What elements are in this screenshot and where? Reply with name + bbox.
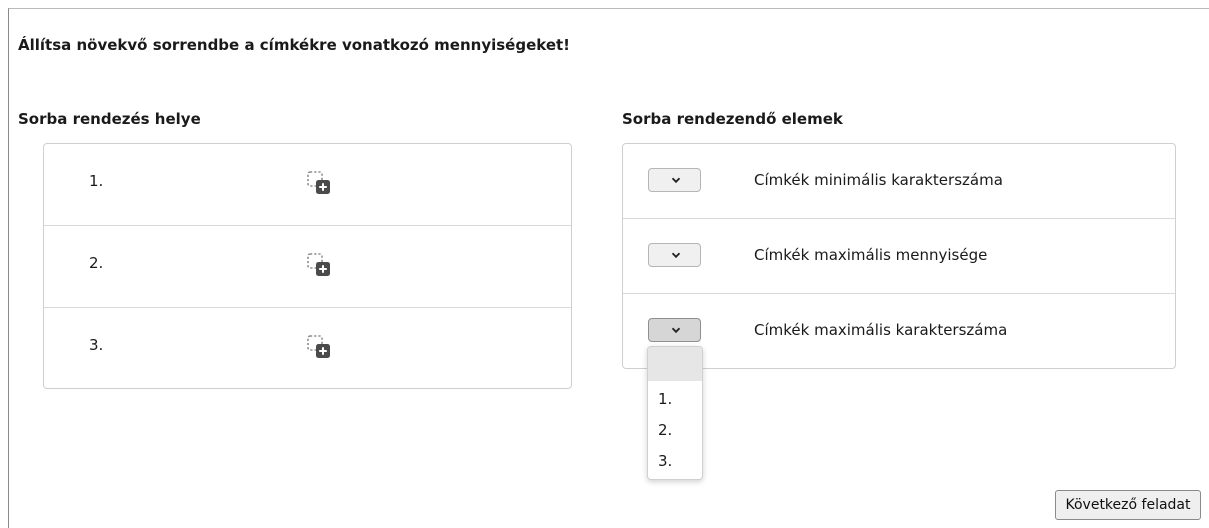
sortable-item: Címkék minimális karakterszáma xyxy=(623,144,1175,219)
items-to-sort-title: Sorba rendezendő elemek xyxy=(622,110,843,128)
chevron-down-icon xyxy=(671,177,681,184)
dropdown-option-empty[interactable] xyxy=(648,347,702,381)
sortable-item: Címkék maximális mennyisége xyxy=(623,219,1175,294)
drop-row-number: 2. xyxy=(89,254,104,272)
add-placeholder-icon[interactable] xyxy=(306,334,332,360)
sortable-item-label: Címkék maximális mennyisége xyxy=(754,246,988,264)
drop-row-number: 1. xyxy=(89,172,104,190)
dropdown-option[interactable]: 1. xyxy=(648,387,702,411)
sortable-item: Címkék maximális karakterszáma xyxy=(623,294,1175,369)
chevron-down-icon xyxy=(671,327,681,334)
order-select[interactable] xyxy=(648,318,701,342)
dropdown-option[interactable]: 2. xyxy=(648,418,702,442)
order-select[interactable] xyxy=(648,168,701,192)
task-prompt: Állítsa növekvő sorrendbe a címkékre von… xyxy=(18,36,571,54)
drop-row: 3. xyxy=(44,308,571,390)
dropdown-option[interactable]: 3. xyxy=(648,449,702,473)
chevron-down-icon xyxy=(671,252,681,259)
drop-row-number: 3. xyxy=(89,336,104,354)
sortable-item-label: Címkék maximális karakterszáma xyxy=(754,321,1008,339)
items-to-sort-panel: Címkék minimális karakterszáma Címkék ma… xyxy=(622,143,1176,369)
drop-row: 2. xyxy=(44,226,571,308)
order-dropdown-list: 1. 2. 3. xyxy=(647,346,703,480)
next-task-button[interactable]: Következő feladat xyxy=(1055,490,1201,520)
sorting-area-title: Sorba rendezés helye xyxy=(18,110,201,128)
sortable-item-label: Címkék minimális karakterszáma xyxy=(754,171,1003,189)
add-placeholder-icon[interactable] xyxy=(306,252,332,278)
order-select[interactable] xyxy=(648,243,701,267)
drop-row: 1. xyxy=(44,144,571,226)
add-placeholder-icon[interactable] xyxy=(306,170,332,196)
sorting-area-panel: 1. 2. 3. xyxy=(43,143,572,389)
